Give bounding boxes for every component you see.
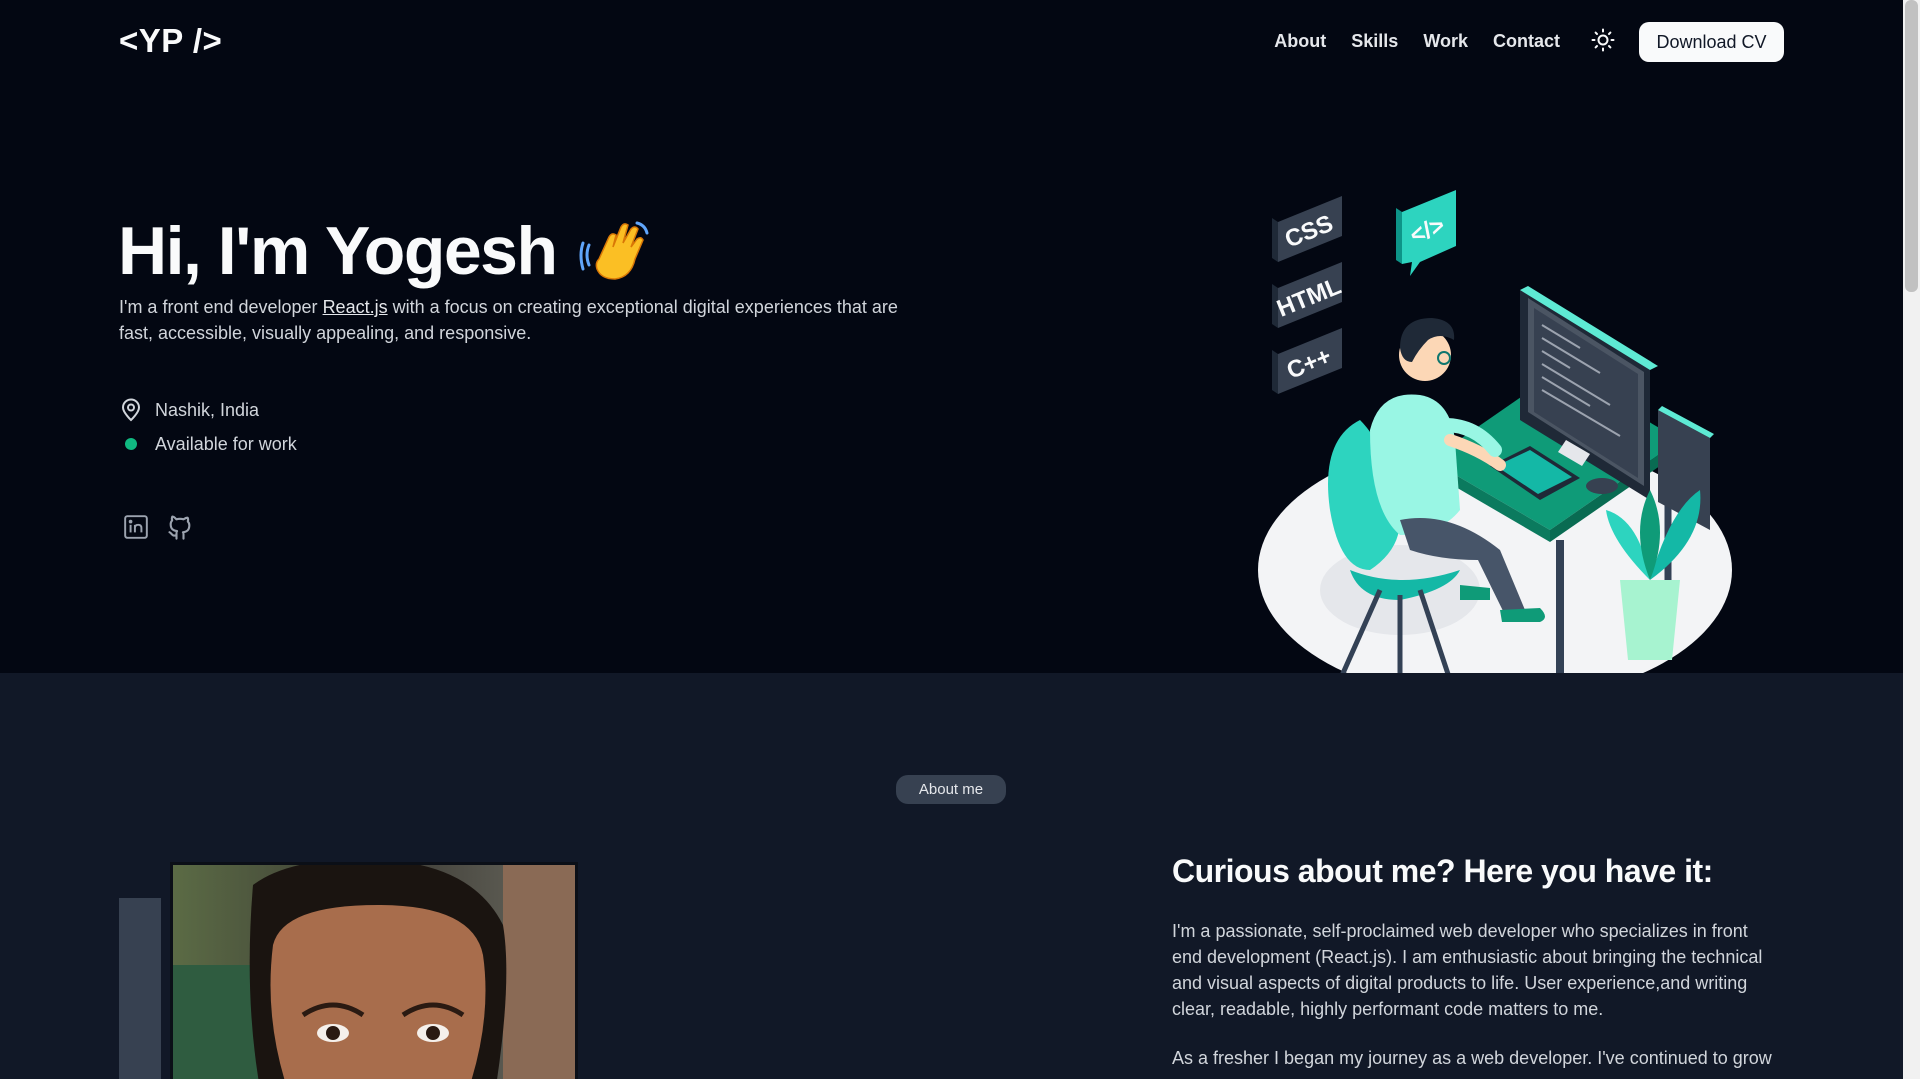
about-title: Curious about me? Here you have it: <box>1172 853 1713 889</box>
social-links <box>121 512 195 542</box>
theme-toggle-button[interactable] <box>1590 27 1616 53</box>
tag-cpp: C++ <box>1272 328 1342 394</box>
scrollbar-thumb[interactable] <box>1905 0 1918 292</box>
about-section: About me Curious about me? Here you have… <box>0 673 1903 1079</box>
nav-link-about[interactable]: About <box>1274 31 1326 52</box>
nav-link-skills[interactable]: Skills <box>1351 31 1398 52</box>
nav-link-contact[interactable]: Contact <box>1493 31 1560 52</box>
site-header: <YP /> About Skills Work Contact Downloa… <box>0 0 1903 84</box>
developer-illustration: CSS HTML C++ </> <box>1258 190 1732 690</box>
main-nav: About Skills Work Contact <box>1274 31 1560 52</box>
sun-icon <box>1591 28 1615 52</box>
hero-desc-part1: I'm a front end developer <box>119 297 323 317</box>
location-text: Nashik, India <box>155 399 260 420</box>
hero-title: Hi, I'm Yogesh <box>118 212 651 290</box>
linkedin-icon[interactable] <box>121 512 151 542</box>
tag-css: CSS <box>1272 196 1342 262</box>
github-icon[interactable] <box>165 512 195 542</box>
hero-section: Hi, I'm Yogesh I'm a front end developer… <box>0 84 1903 690</box>
about-paragraph-2: As a fresher I began my journey as a web… <box>1172 1048 1772 1068</box>
hero-description: I'm a front end developer React.js with … <box>119 294 919 346</box>
page-scrollbar[interactable] <box>1903 0 1920 1079</box>
tag-html: HTML <box>1272 262 1345 328</box>
about-badge: About me <box>896 775 1006 804</box>
about-paragraph-1: I'm a passionate, self-proclaimed web de… <box>1172 921 1763 1019</box>
hero-title-text: Hi, I'm Yogesh <box>118 213 558 289</box>
download-cv-button[interactable]: Download CV <box>1639 22 1784 62</box>
nav-link-work[interactable]: Work <box>1423 31 1468 52</box>
availability: Available for work <box>119 432 297 456</box>
availability-text: Available for work <box>155 433 297 454</box>
code-bubble: </> <box>1396 190 1456 276</box>
location: Nashik, India <box>119 398 259 422</box>
map-pin-icon <box>121 398 141 422</box>
page: <YP /> About Skills Work Contact Downloa… <box>0 0 1903 1079</box>
status-dot-icon <box>119 432 143 456</box>
react-link[interactable]: React.js <box>323 297 388 317</box>
profile-photo <box>170 862 578 1079</box>
photo-backdrop <box>119 898 161 1079</box>
logo[interactable]: <YP /> <box>119 22 222 60</box>
waving-hand-icon <box>579 221 649 280</box>
